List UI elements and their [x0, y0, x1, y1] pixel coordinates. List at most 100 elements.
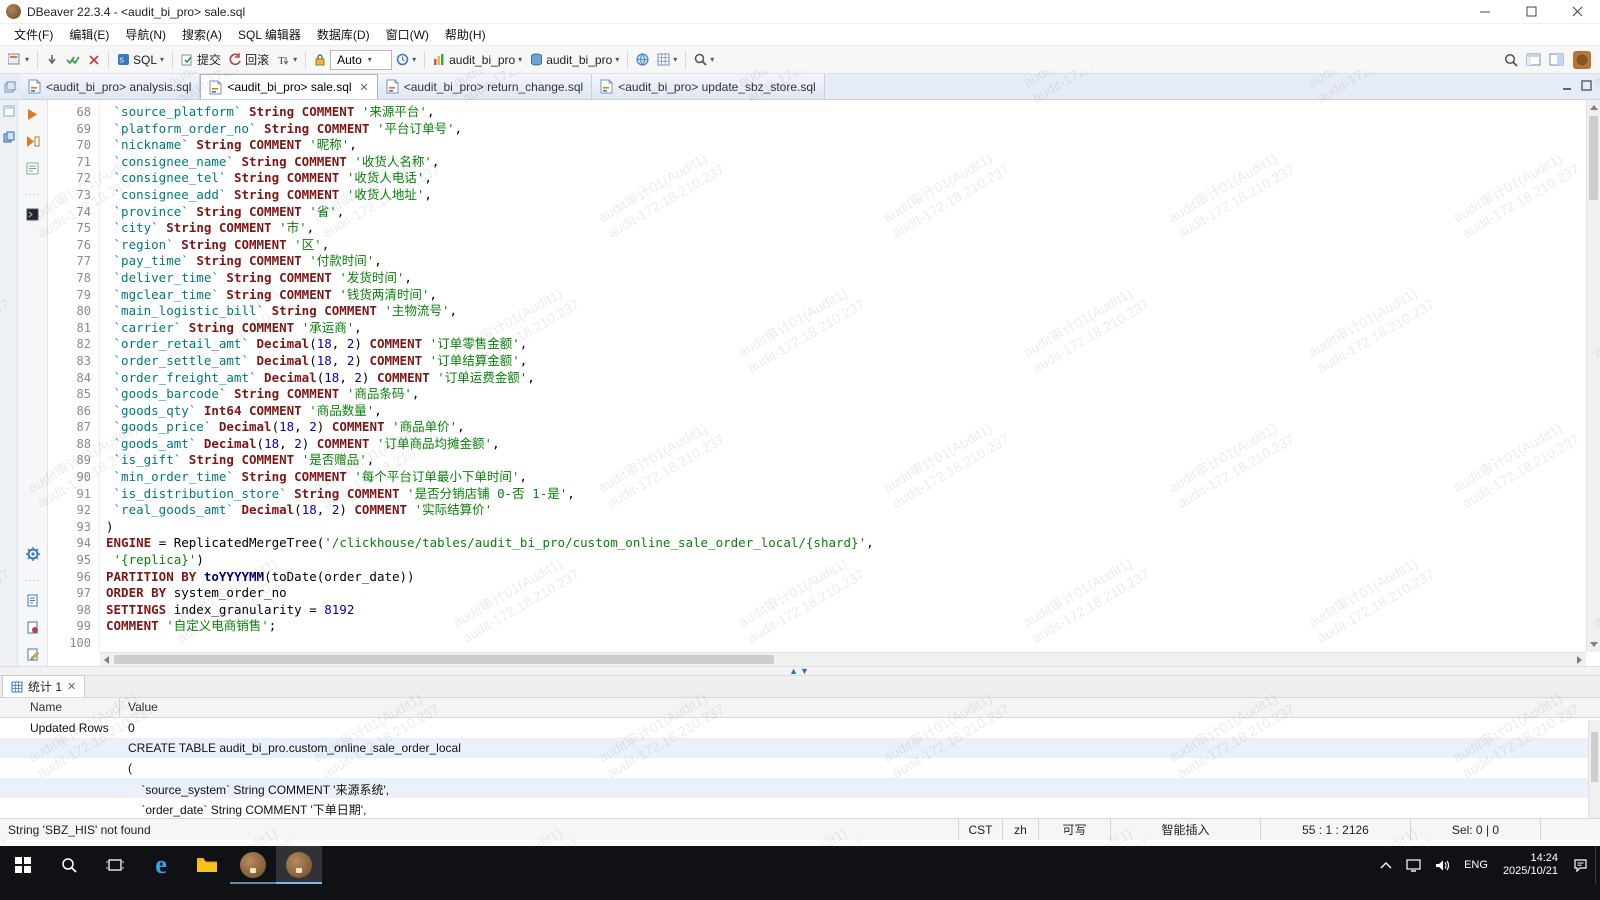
- code-line[interactable]: `carrier` String COMMENT '承运商',: [106, 320, 1586, 337]
- code-line[interactable]: `city` String COMMENT '市',: [106, 220, 1586, 237]
- action-center-icon[interactable]: [1566, 846, 1595, 884]
- task-view-button[interactable]: [92, 846, 138, 884]
- status-segment-4[interactable]: 55 : 1 : 2126: [1260, 819, 1410, 840]
- column-header-value[interactable]: Value: [120, 698, 1600, 717]
- show-desktop-button[interactable]: [1595, 846, 1600, 884]
- result-row-3[interactable]: `source_system` String COMMENT '来源系统',: [0, 778, 1600, 798]
- statistics-tab[interactable]: 统计 1 ✕: [2, 675, 85, 697]
- transaction-mode-button[interactable]: T ▾: [273, 51, 301, 68]
- editor-results-splitter[interactable]: ▲▼: [0, 666, 1600, 676]
- code-line[interactable]: `order_settle_amt` Decimal(18, 2) COMMEN…: [106, 353, 1586, 370]
- code-line[interactable]: `province` String COMMENT '省',: [106, 204, 1586, 221]
- taskbar-clock[interactable]: 14:24 2025/10/21: [1495, 852, 1566, 878]
- dbeaver-taskbar-button-1[interactable]: [230, 846, 276, 884]
- result-row-0[interactable]: Updated Rows0: [0, 718, 1600, 738]
- edit-script-icon[interactable]: [26, 648, 39, 666]
- code-line[interactable]: ORDER BY system_order_no: [106, 585, 1586, 602]
- dbeaver-taskbar-button-2[interactable]: [276, 846, 322, 884]
- close-tab-icon[interactable]: ✕: [67, 680, 76, 693]
- code-line[interactable]: `goods_price` Decimal(18, 2) COMMENT '商品…: [106, 419, 1586, 436]
- taskbar-search-button[interactable]: [46, 846, 92, 884]
- code-line[interactable]: ENGINE = ReplicatedMergeTree('/clickhous…: [106, 535, 1586, 552]
- code-line[interactable]: ): [106, 519, 1586, 536]
- menu-item-2[interactable]: 导航(N): [117, 24, 174, 45]
- status-segment-1[interactable]: zh: [1002, 819, 1038, 840]
- code-line[interactable]: COMMENT '自定义电商销售';: [106, 618, 1586, 635]
- schema-selector[interactable]: audit_bi_pro ▾: [526, 51, 623, 69]
- sql-menu-button[interactable]: S SQL ▾: [113, 51, 168, 69]
- code-line[interactable]: `consignee_name` String COMMENT '收货人名称',: [106, 154, 1586, 171]
- code-line[interactable]: SETTINGS index_granularity = 8192: [106, 602, 1586, 619]
- language-indicator[interactable]: ENG: [1457, 846, 1495, 884]
- vscroll-thumb[interactable]: [1589, 116, 1598, 200]
- code-line[interactable]: [106, 635, 1586, 652]
- result-row-1[interactable]: CREATE TABLE audit_bi_pro.custom_online_…: [0, 738, 1600, 758]
- results-vertical-scrollbar[interactable]: [1588, 720, 1600, 818]
- close-button[interactable]: [1554, 0, 1600, 23]
- code-line[interactable]: `goods_barcode` String COMMENT '商品条码',: [106, 386, 1586, 403]
- maximize-button[interactable]: [1508, 0, 1554, 23]
- connection-selector[interactable]: audit_bi_pro ▾: [429, 51, 526, 69]
- file-explorer-button[interactable]: [184, 846, 230, 884]
- code-line[interactable]: `platform_order_no` String COMMENT '平台订单…: [106, 121, 1586, 138]
- save-script-icon[interactable]: [26, 621, 39, 639]
- code-line[interactable]: `pay_time` String COMMENT '付款时间',: [106, 253, 1586, 270]
- maximize-editor-icon[interactable]: [1581, 78, 1592, 96]
- result-mode-button[interactable]: ▾: [653, 51, 681, 68]
- lock-button[interactable]: [310, 51, 330, 68]
- code-line[interactable]: `consignee_add` String COMMENT '收货人地址',: [106, 187, 1586, 204]
- code-line[interactable]: `goods_qty` Int64 COMMENT '商品数量',: [106, 403, 1586, 420]
- code-line[interactable]: `order_freight_amt` Decimal(18, 2) COMME…: [106, 370, 1586, 387]
- code-line[interactable]: `consignee_tel` String COMMENT '收货人电话',: [106, 170, 1586, 187]
- globe-button[interactable]: [632, 51, 653, 68]
- editor-horizontal-scrollbar[interactable]: [100, 652, 1586, 666]
- menu-item-6[interactable]: 窗口(W): [378, 24, 437, 45]
- code-line[interactable]: `source_platform` String COMMENT '来源平台',: [106, 104, 1586, 121]
- result-row-2[interactable]: (: [0, 758, 1600, 778]
- search-menu-button[interactable]: ▾: [690, 51, 718, 68]
- splitter-collapse-icon[interactable]: ▲▼: [789, 667, 811, 676]
- menu-item-3[interactable]: 搜索(A): [174, 24, 230, 45]
- rollback-button[interactable]: 回滚: [225, 49, 273, 70]
- commit-mode-combo[interactable]: Auto ▾: [330, 50, 392, 70]
- code-line[interactable]: `nickname` String COMMENT '昵称',: [106, 137, 1586, 154]
- code-line[interactable]: `deliver_time` String COMMENT '发货时间',: [106, 270, 1586, 287]
- tray-chevron-up-icon[interactable]: [1373, 846, 1399, 884]
- editor-vertical-scrollbar[interactable]: [1586, 100, 1600, 652]
- tray-volume-icon[interactable]: [1428, 846, 1457, 884]
- editor-tab-2[interactable]: <audit_bi_pro> return_change.sql: [378, 74, 592, 99]
- commit-button[interactable]: 提交: [177, 49, 225, 70]
- code-line[interactable]: PARTITION BY toYYYYMM(toDate(order_date)…: [106, 569, 1586, 586]
- status-segment-3[interactable]: 智能插入: [1110, 819, 1260, 840]
- new-sql-editor-button[interactable]: ▾: [4, 51, 33, 68]
- sql-code-editor[interactable]: `source_platform` String COMMENT '来源平台',…: [100, 100, 1586, 652]
- editor-tab-1[interactable]: <audit_bi_pro> sale.sql✕: [200, 74, 377, 99]
- restore-view-icon[interactable]: [3, 104, 15, 122]
- explain-plan-icon[interactable]: [26, 162, 39, 180]
- close-tab-icon[interactable]: ✕: [360, 81, 369, 94]
- projects-view-icon[interactable]: [3, 130, 15, 148]
- fetch-next-button[interactable]: [42, 52, 62, 68]
- code-line[interactable]: `real_goods_amt` Decimal(18, 2) COMMENT …: [106, 502, 1586, 519]
- result-row-4[interactable]: `order_date` String COMMENT '下单日期',: [0, 798, 1600, 818]
- execute-checks-button[interactable]: [62, 52, 84, 68]
- code-line[interactable]: `min_order_time` String COMMENT '每个平台订单最…: [106, 469, 1586, 486]
- cancel-execution-button[interactable]: [84, 52, 104, 68]
- execute-statement-icon[interactable]: [26, 108, 39, 126]
- menu-item-1[interactable]: 编辑(E): [61, 24, 117, 45]
- tray-display-icon[interactable]: [1399, 846, 1428, 884]
- code-line[interactable]: `is_gift` String COMMENT '是否赠品',: [106, 452, 1586, 469]
- dbeaver-pro-button[interactable]: [1568, 48, 1596, 72]
- code-line[interactable]: `mgclear_time` String COMMENT '钱货两清时间',: [106, 287, 1586, 304]
- layout-button[interactable]: [1545, 51, 1568, 68]
- hscroll-thumb[interactable]: [114, 655, 774, 664]
- transaction-log-button[interactable]: ▾: [392, 51, 420, 68]
- minimize-editor-icon[interactable]: [1562, 78, 1573, 96]
- code-line[interactable]: '{replica}'): [106, 552, 1586, 569]
- editor-tab-3[interactable]: <audit_bi_pro> update_sbz_store.sql: [592, 74, 824, 99]
- edge-browser-button[interactable]: e: [138, 846, 184, 884]
- editor-tab-0[interactable]: <audit_bi_pro> analysis.sql: [20, 74, 200, 99]
- status-segment-0[interactable]: CST: [958, 819, 1002, 840]
- menu-item-0[interactable]: 文件(F): [6, 24, 61, 45]
- status-segment-5[interactable]: Sel: 0 | 0: [1410, 819, 1540, 840]
